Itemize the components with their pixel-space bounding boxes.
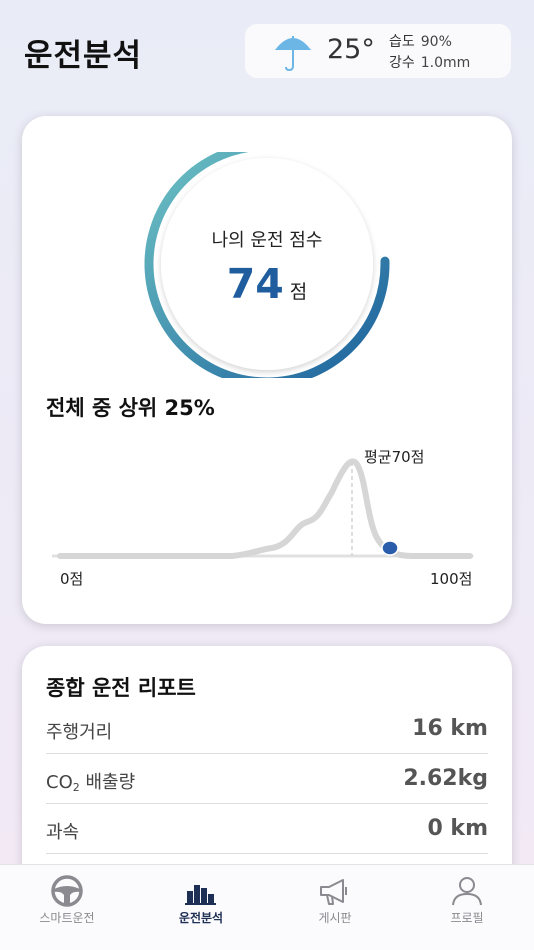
average-label: 평균70점 bbox=[364, 448, 425, 466]
tab-board[interactable]: 게시판 bbox=[268, 865, 402, 950]
report-row-speeding: 과속 0 km bbox=[46, 804, 488, 854]
axis-max-label: 100점 bbox=[430, 570, 473, 588]
co2-main: CO bbox=[46, 772, 73, 793]
tab-profile[interactable]: 프로필 bbox=[400, 865, 534, 950]
score-card: 나의 운전 점수 74 점 전체 중 상위 25% 평균70점 0점 100점 bbox=[22, 116, 512, 624]
tab-smart-driving[interactable]: 스마트운전 bbox=[0, 865, 134, 950]
axis-min-label: 0점 bbox=[60, 570, 84, 588]
report-row-distance: 주행거리 16 km bbox=[46, 704, 488, 754]
row-label: 과속 bbox=[46, 822, 80, 843]
tab-label: 프로필 bbox=[450, 911, 484, 925]
person-icon bbox=[452, 877, 482, 906]
tab-label: 운전분석 bbox=[178, 911, 224, 925]
humidity-value: 90% bbox=[420, 34, 452, 50]
tab-label: 게시판 bbox=[318, 911, 352, 925]
my-score-marker bbox=[381, 540, 399, 556]
humidity-label: 습도 bbox=[389, 34, 415, 50]
gauge-label: 나의 운전 점수 bbox=[211, 230, 323, 251]
bar-chart-icon bbox=[185, 885, 216, 905]
header: 운전분석 25° 습도 90% 강수 1.0mm bbox=[0, 0, 534, 100]
rain-label: 강수 bbox=[389, 55, 415, 71]
score-display: 74 점 bbox=[22, 260, 512, 308]
report-title: 종합 운전 리포트 bbox=[46, 676, 196, 700]
tab-driving-analysis[interactable]: 운전분석 bbox=[134, 865, 268, 950]
weather-meta: 습도 90% 강수 1.0mm bbox=[389, 32, 470, 74]
tab-bar: 스마트운전 운전분석 게시판 프로필 bbox=[0, 864, 534, 950]
umbrella-icon bbox=[275, 36, 311, 72]
co2-sub: 2 bbox=[72, 781, 80, 794]
megaphone-icon bbox=[320, 879, 347, 905]
row-value: 0 km bbox=[427, 816, 488, 841]
weather-widget: 25° 습도 90% 강수 1.0mm bbox=[245, 24, 511, 78]
row-value: 16 km bbox=[412, 716, 488, 741]
temperature: 25° bbox=[327, 34, 375, 65]
tab-label: 스마트운전 bbox=[39, 911, 95, 925]
row-label: 주행거리 bbox=[46, 722, 113, 743]
co2-rest: 배출량 bbox=[79, 772, 136, 793]
score-unit: 점 bbox=[289, 281, 308, 303]
row-value: 2.62kg bbox=[403, 766, 488, 791]
page-title: 운전분석 bbox=[24, 38, 143, 74]
steering-wheel-icon bbox=[51, 875, 83, 907]
distribution-curve bbox=[57, 458, 473, 559]
rank-text: 전체 중 상위 25% bbox=[46, 396, 215, 420]
rain-value: 1.0mm bbox=[420, 55, 471, 71]
score-value: 74 bbox=[226, 260, 284, 308]
row-label: CO2 배출량 bbox=[46, 768, 135, 794]
report-row-co2: CO2 배출량 2.62kg bbox=[46, 754, 488, 804]
